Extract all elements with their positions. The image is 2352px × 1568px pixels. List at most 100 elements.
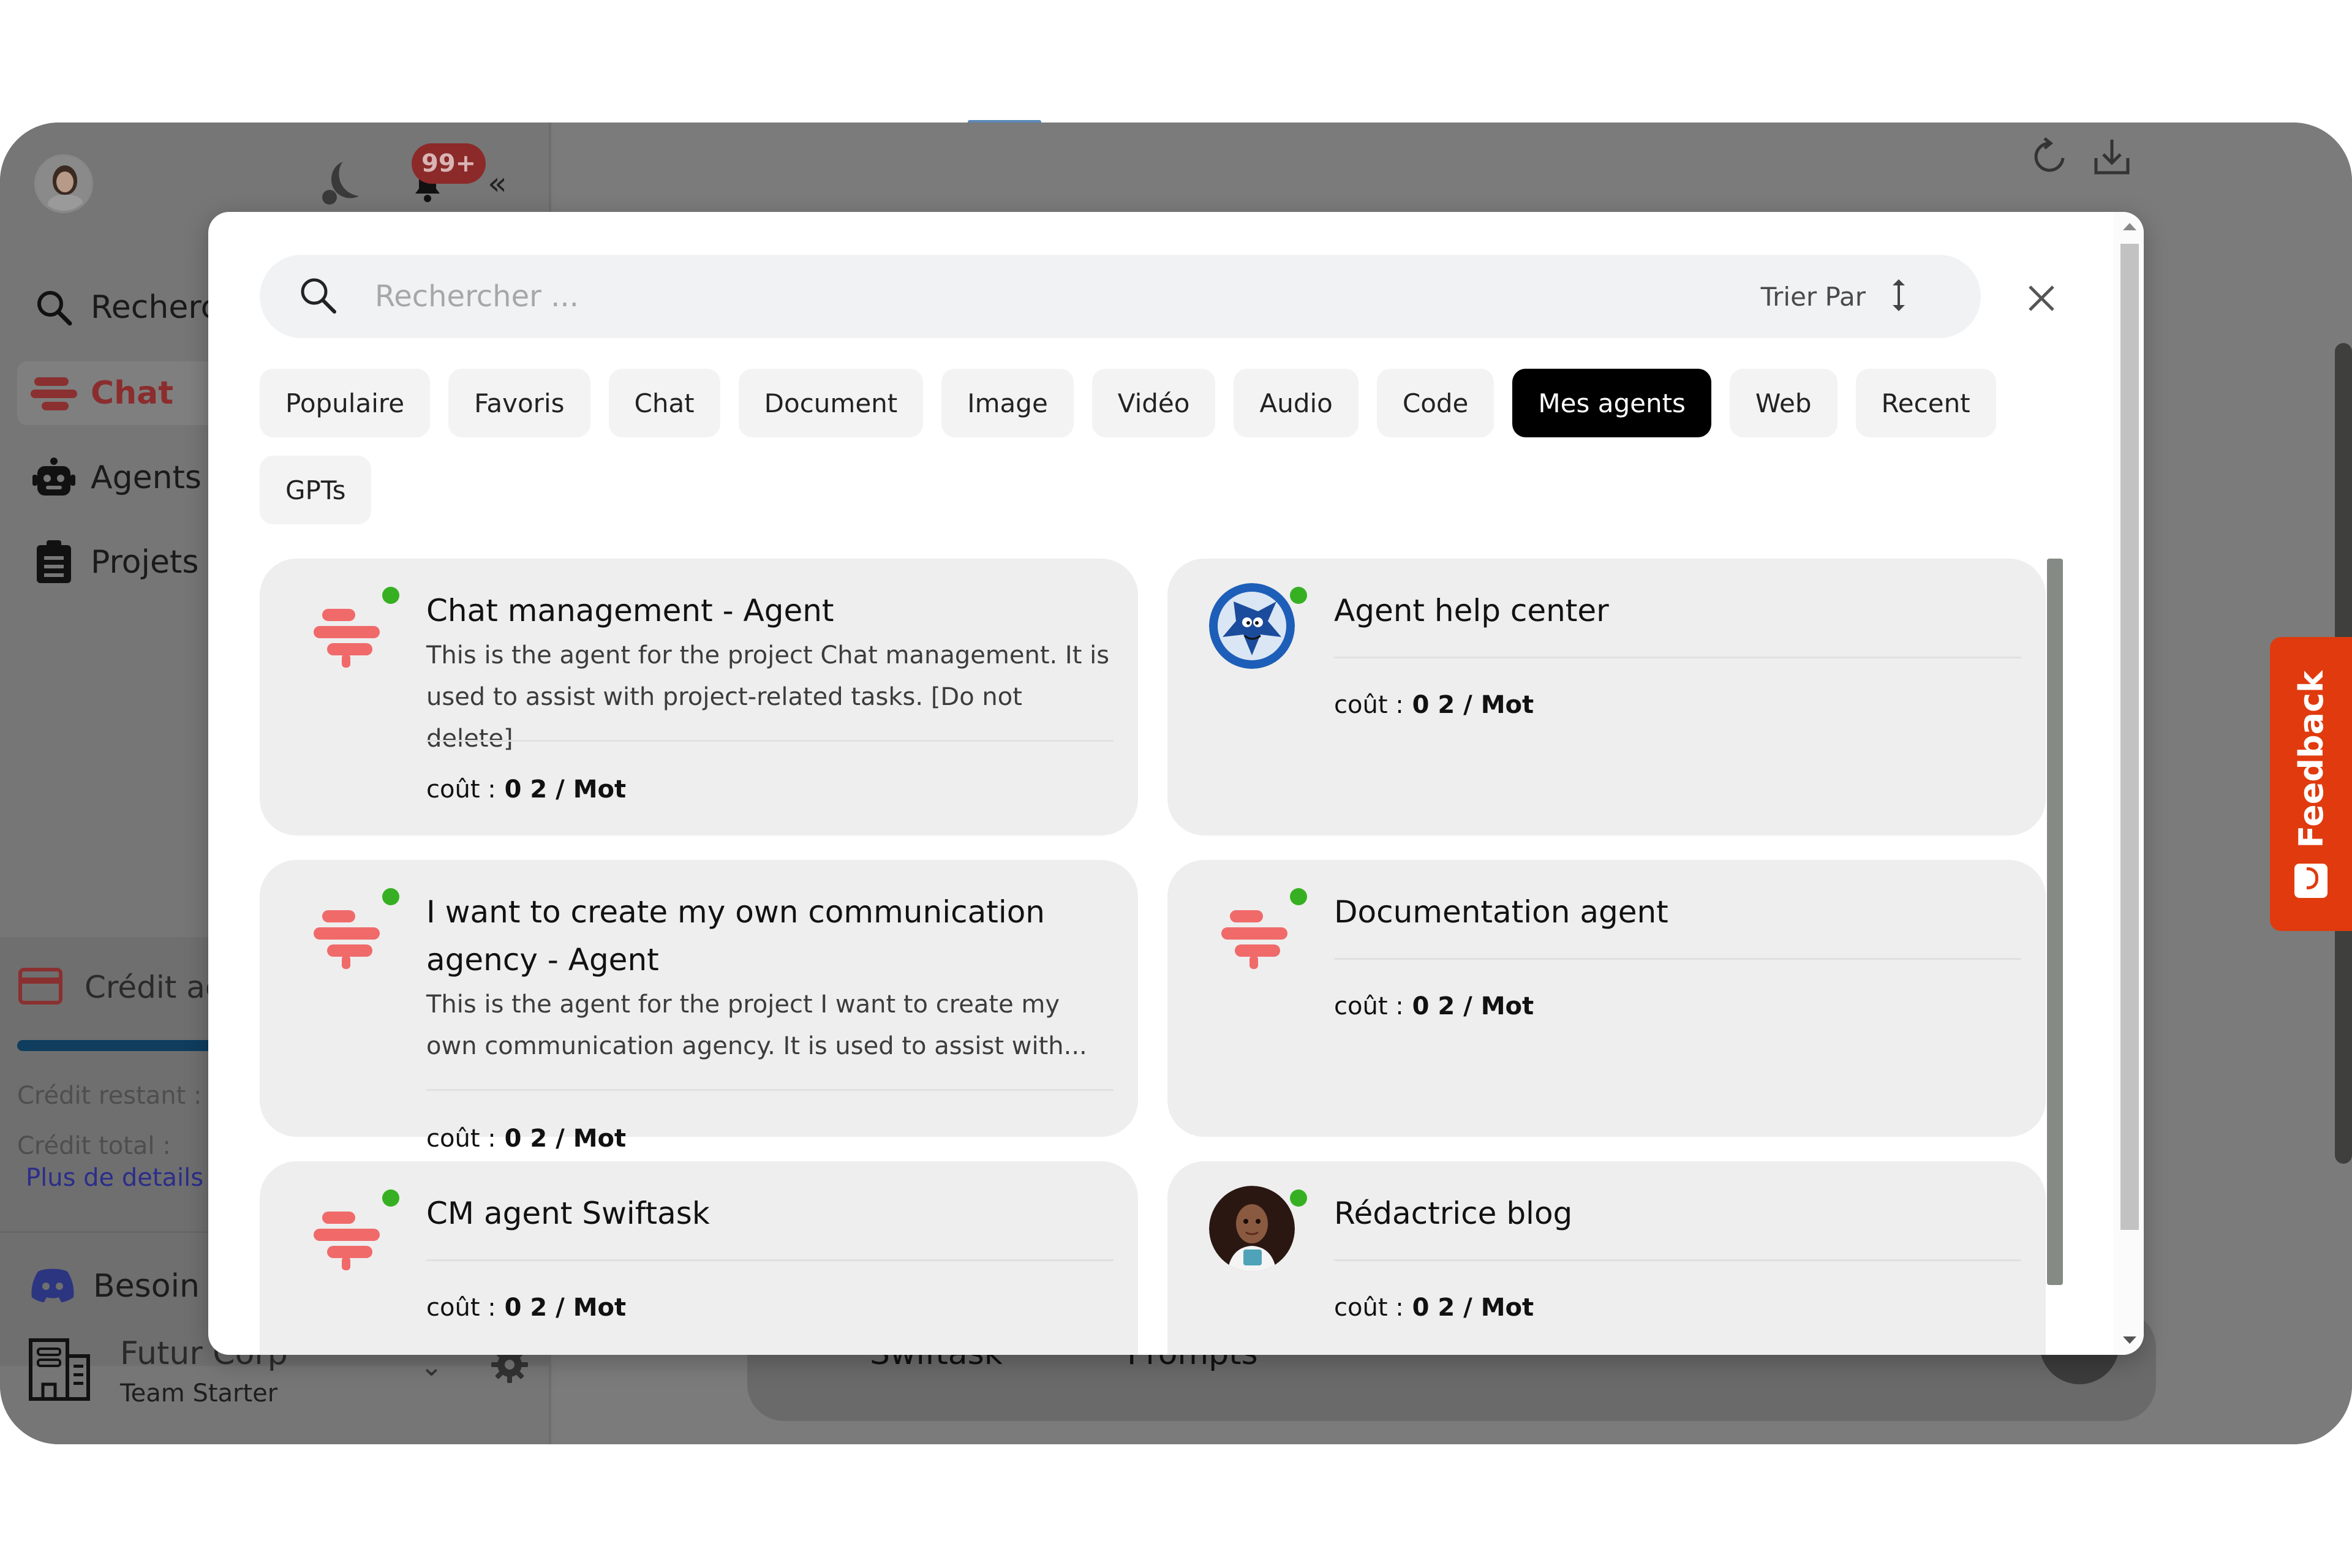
divider <box>1334 657 2021 658</box>
cost-prefix: coût : <box>426 1125 496 1153</box>
search-icon <box>298 275 338 318</box>
agent-list: Chat management - Agent This is the agent… <box>260 559 2048 1355</box>
scroll-down-arrow-icon[interactable] <box>2123 1336 2136 1344</box>
agent-description: This is the agent for the project I want… <box>426 990 1087 1060</box>
agent-cost: coût : 0 2 / Mot <box>426 1294 626 1322</box>
agent-name: Rédactrice blog <box>1334 1196 1573 1231</box>
feedback-label: Feedback <box>2291 671 2331 848</box>
agent-card[interactable]: Documentation agent coût : 0 2 / Mot <box>1167 860 2046 1137</box>
agent-cost: coût : 0 2 / Mot <box>1334 992 1534 1020</box>
credit-details-link[interactable]: Plus de details <box>26 1164 203 1192</box>
agent-card[interactable]: Rédactrice blog coût : 0 2 / Mot <box>1167 1161 2046 1355</box>
agent-name: Agent help center <box>1334 593 1609 628</box>
divider <box>1334 958 2021 960</box>
divider <box>1334 1259 2021 1261</box>
cost-value: 0 2 / Mot <box>504 1294 627 1322</box>
filter-chip-gpts[interactable]: GPTs <box>260 456 372 524</box>
building-icon <box>27 1335 94 1405</box>
online-status-dot <box>1290 587 1307 604</box>
sidebar-item-label: Agents <box>91 459 202 496</box>
collapse-sidebar-icon[interactable]: « <box>488 165 507 202</box>
cost-value: 0 2 / Mot <box>1412 1294 1534 1322</box>
sort-label: Trier Par <box>1760 281 1866 312</box>
search-input[interactable] <box>375 279 1761 314</box>
cost-prefix: coût : <box>1334 1294 1404 1322</box>
cost-prefix: coût : <box>1334 691 1404 719</box>
swiftask-logo-icon <box>310 590 383 676</box>
swiftask-logo-icon <box>310 892 383 978</box>
filter-chip-populaire[interactable]: Populaire <box>260 369 431 437</box>
sidebar-item-label: Projets <box>91 544 199 581</box>
filter-chip-code[interactable]: Code <box>1376 369 1494 437</box>
agent-card[interactable]: I want to create my own communication ag… <box>260 860 1138 1153</box>
filter-chip-chat[interactable]: Chat <box>608 369 720 437</box>
online-status-dot <box>1290 888 1307 905</box>
credit-total-label: Crédit total : <box>17 1132 171 1160</box>
agent-card[interactable]: CM agent Swiftask coût : 0 2 / Mot <box>260 1161 1138 1355</box>
chevron-down-icon[interactable]: ⌄ <box>420 1351 443 1382</box>
filter-chip-vid-o[interactable]: Vidéo <box>1091 369 1216 437</box>
filter-chip-favoris[interactable]: Favoris <box>448 369 590 437</box>
swiftask-logo-icon <box>1218 892 1291 978</box>
chat-logo-icon <box>17 374 91 413</box>
divider <box>426 1259 1114 1261</box>
agent-picker-modal: Trier Par PopulaireFavoris Chat DocumentIm… <box>208 212 2144 1355</box>
search-bar: Trier Par <box>260 255 1981 338</box>
filter-chip-web[interactable]: Web <box>1729 369 1838 437</box>
online-status-dot <box>382 888 399 905</box>
filter-chips: Populaire Favoris Chat Document Image Vidéo Au… <box>260 369 1999 524</box>
top-actions <box>2031 137 2132 179</box>
sort-button[interactable]: Trier Par <box>1761 277 1907 316</box>
notification-badge: 99+ <box>412 143 486 184</box>
cost-prefix: coût : <box>1334 992 1404 1020</box>
divider <box>426 1089 1114 1091</box>
online-status-dot <box>382 587 399 604</box>
cost-value: 0 2 / Mot <box>504 1125 627 1153</box>
theme-toggle-icon[interactable] <box>318 159 361 208</box>
workspace-plan: Team Starter <box>120 1379 278 1408</box>
agent-name: Documentation agent <box>1334 894 1668 930</box>
scroll-up-arrow-icon[interactable] <box>2123 223 2136 230</box>
agent-avatar <box>1209 1186 1295 1272</box>
credit-card-icon <box>18 968 62 1007</box>
agent-avatar <box>1209 583 1295 669</box>
agent-name: I want to create my own communication ag… <box>426 894 1045 978</box>
swiftask-logo-icon <box>310 1193 383 1279</box>
agent-card[interactable]: Agent help center coût : 0 2 / Mot <box>1167 559 2046 835</box>
smiley-icon <box>2294 863 2328 898</box>
clipboard-icon <box>17 540 91 584</box>
cost-value: 0 2 / Mot <box>504 775 627 804</box>
online-status-dot <box>1290 1189 1307 1207</box>
modal-scrollbar-thumb[interactable] <box>2120 244 2139 1230</box>
agent-list-scrollbar[interactable] <box>2047 559 2063 1285</box>
download-icon[interactable] <box>2092 137 2132 179</box>
filter-chip-document[interactable]: Document <box>738 369 924 437</box>
user-avatar[interactable] <box>34 154 93 213</box>
online-status-dot <box>382 1189 399 1207</box>
cost-value: 0 2 / Mot <box>1412 691 1534 719</box>
agent-cost: coût : 0 2 / Mot <box>426 1125 626 1153</box>
cost-prefix: coût : <box>426 1294 496 1322</box>
agent-name: Chat management - Agent <box>426 593 834 628</box>
refresh-icon[interactable] <box>2031 137 2068 179</box>
filter-chip-image[interactable]: Image <box>941 369 1074 437</box>
close-icon <box>2029 285 2054 311</box>
divider <box>426 740 1114 742</box>
filter-chip-audio[interactable]: Audio <box>1234 369 1359 437</box>
discord-icon <box>31 1268 75 1305</box>
credit-remaining-label: Crédit restant : <box>17 1082 202 1110</box>
filter-chip-mes-agents[interactable]: Mes agents <box>1512 369 1711 437</box>
close-modal-button[interactable] <box>2021 278 2062 318</box>
agent-name: CM agent Swiftask <box>426 1196 710 1231</box>
robot-icon <box>17 456 91 499</box>
sidebar-item-label: Chat <box>91 375 174 412</box>
agent-cost: coût : 0 2 / Mot <box>1334 1294 1534 1322</box>
cost-prefix: coût : <box>426 775 496 804</box>
sort-arrows-icon <box>1890 277 1907 316</box>
filter-chip-recent[interactable]: Recent <box>1855 369 1996 437</box>
cost-value: 0 2 / Mot <box>1412 992 1534 1020</box>
agent-cost: coût : 0 2 / Mot <box>426 775 626 804</box>
feedback-tab[interactable]: Feedback <box>2270 637 2352 931</box>
search-icon <box>17 288 91 327</box>
agent-card[interactable]: Chat management - Agent This is the agent… <box>260 559 1138 835</box>
